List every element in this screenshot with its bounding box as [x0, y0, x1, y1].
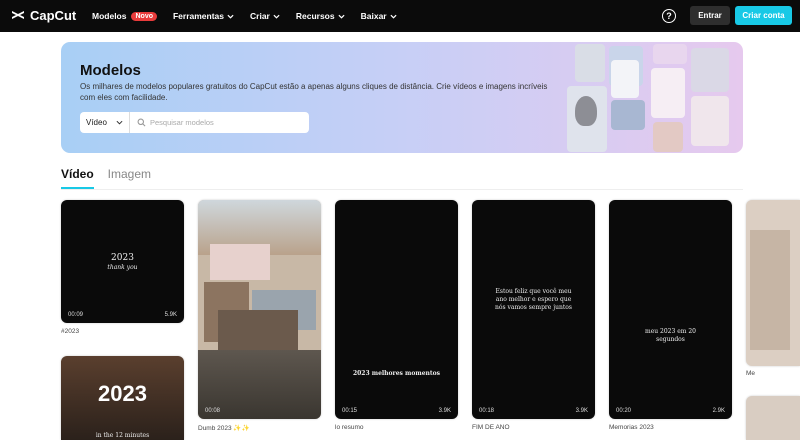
tabs-divider — [61, 189, 743, 190]
search-type-label: Vídeo — [86, 118, 107, 127]
capcut-logo[interactable]: CapCut — [10, 7, 76, 23]
new-badge: Novo — [131, 11, 157, 21]
page-title: Modelos — [80, 62, 141, 79]
card-caption[interactable]: #2023 — [61, 328, 79, 335]
template-card[interactable]: 00:08 — [198, 200, 321, 419]
nav-label: Recursos — [295, 11, 335, 21]
template-card[interactable]: 2023 thank you 00:09 5.9K — [61, 200, 184, 323]
chevron-down-icon — [338, 14, 345, 19]
nav-label: Ferramentas — [172, 11, 225, 21]
card-likes: 5.9K — [164, 312, 177, 318]
hero-description: Os milhares de modelos populares gratuit… — [80, 82, 548, 102]
nav-item-ferramentas[interactable]: Ferramentas — [173, 11, 234, 21]
nav-item-recursos[interactable]: Recursos — [296, 11, 345, 21]
search-type-dropdown[interactable]: Vídeo — [80, 112, 130, 133]
card-likes: 3.9K — [575, 408, 588, 414]
nav-label: Baixar — [360, 11, 387, 21]
card-duration: 00:08 — [205, 408, 221, 414]
tab-image[interactable]: Imagem — [108, 167, 151, 189]
template-card[interactable]: meu 2023 em 20 segundos 00:20 2.9K — [609, 200, 732, 419]
card-caption[interactable]: Memorias 2023 — [609, 424, 654, 431]
help-icon[interactable]: ? — [662, 9, 676, 23]
card-duration: 00:18 — [479, 408, 495, 414]
card-duration: 00:20 — [616, 408, 632, 414]
card-caption[interactable]: lo resumo — [335, 424, 364, 431]
card-overlay-text: 2023 — [111, 253, 134, 263]
nav-item-baixar[interactable]: Baixar — [361, 11, 397, 21]
card-caption[interactable]: Dumb 2023 ✨✨ — [198, 424, 250, 432]
template-card[interactable]: Estou feliz que você meu ano melhor e es… — [472, 200, 595, 419]
card-caption[interactable]: FIM DE ANO — [472, 424, 510, 431]
nav-label: Criar — [250, 11, 270, 21]
card-overlay-text: 2023 melhores momentos — [352, 370, 441, 377]
card-thumbnail — [750, 230, 790, 350]
logo-text: CapCut — [30, 7, 77, 23]
template-card[interactable]: 2023 in the 12 minutes — [61, 356, 184, 440]
card-caption[interactable]: Me — [746, 370, 755, 377]
card-overlay-subtext: in the 12 minutes — [95, 432, 150, 439]
search-input[interactable] — [150, 118, 300, 127]
template-card[interactable] — [746, 396, 800, 440]
nav-item-criar[interactable]: Criar — [250, 11, 280, 21]
search-icon — [137, 118, 146, 127]
card-duration: 00:15 — [342, 408, 358, 414]
hero-collage-image — [561, 42, 743, 153]
chevron-down-icon — [390, 14, 397, 19]
chevron-down-icon — [116, 120, 123, 125]
card-thumbnail — [210, 244, 270, 280]
card-overlay-text: 2023 — [98, 381, 147, 406]
signup-button[interactable]: Criar conta — [735, 6, 792, 25]
card-overlay-subtext: thank you — [107, 264, 138, 271]
search-bar: Vídeo — [80, 112, 309, 133]
card-likes: 3.9K — [438, 408, 451, 414]
top-nav: CapCut Modelos Novo Ferramentas Criar Re… — [0, 0, 800, 32]
card-duration: 00:09 — [68, 312, 84, 318]
nav-item-modelos[interactable]: Modelos Novo — [92, 11, 157, 21]
card-overlay-text: Estou feliz que você meu ano melhor e es… — [495, 288, 572, 311]
login-button[interactable]: Entrar — [690, 6, 730, 25]
content-tabs: Vídeo Imagem — [61, 167, 151, 189]
template-card[interactable] — [746, 200, 800, 366]
chevron-down-icon — [227, 14, 234, 19]
nav-label: Modelos — [92, 11, 127, 21]
chevron-down-icon — [273, 14, 280, 19]
capcut-logo-icon — [12, 11, 24, 19]
hero-banner: Modelos Os milhares de modelos populares… — [61, 42, 743, 153]
template-card[interactable]: 2023 melhores momentos 00:15 3.9K — [335, 200, 458, 419]
card-overlay-text: meu 2023 em 20 segundos — [645, 328, 696, 343]
card-thumbnail — [218, 310, 298, 350]
card-likes: 2.9K — [712, 408, 725, 414]
tab-video[interactable]: Vídeo — [61, 167, 94, 189]
